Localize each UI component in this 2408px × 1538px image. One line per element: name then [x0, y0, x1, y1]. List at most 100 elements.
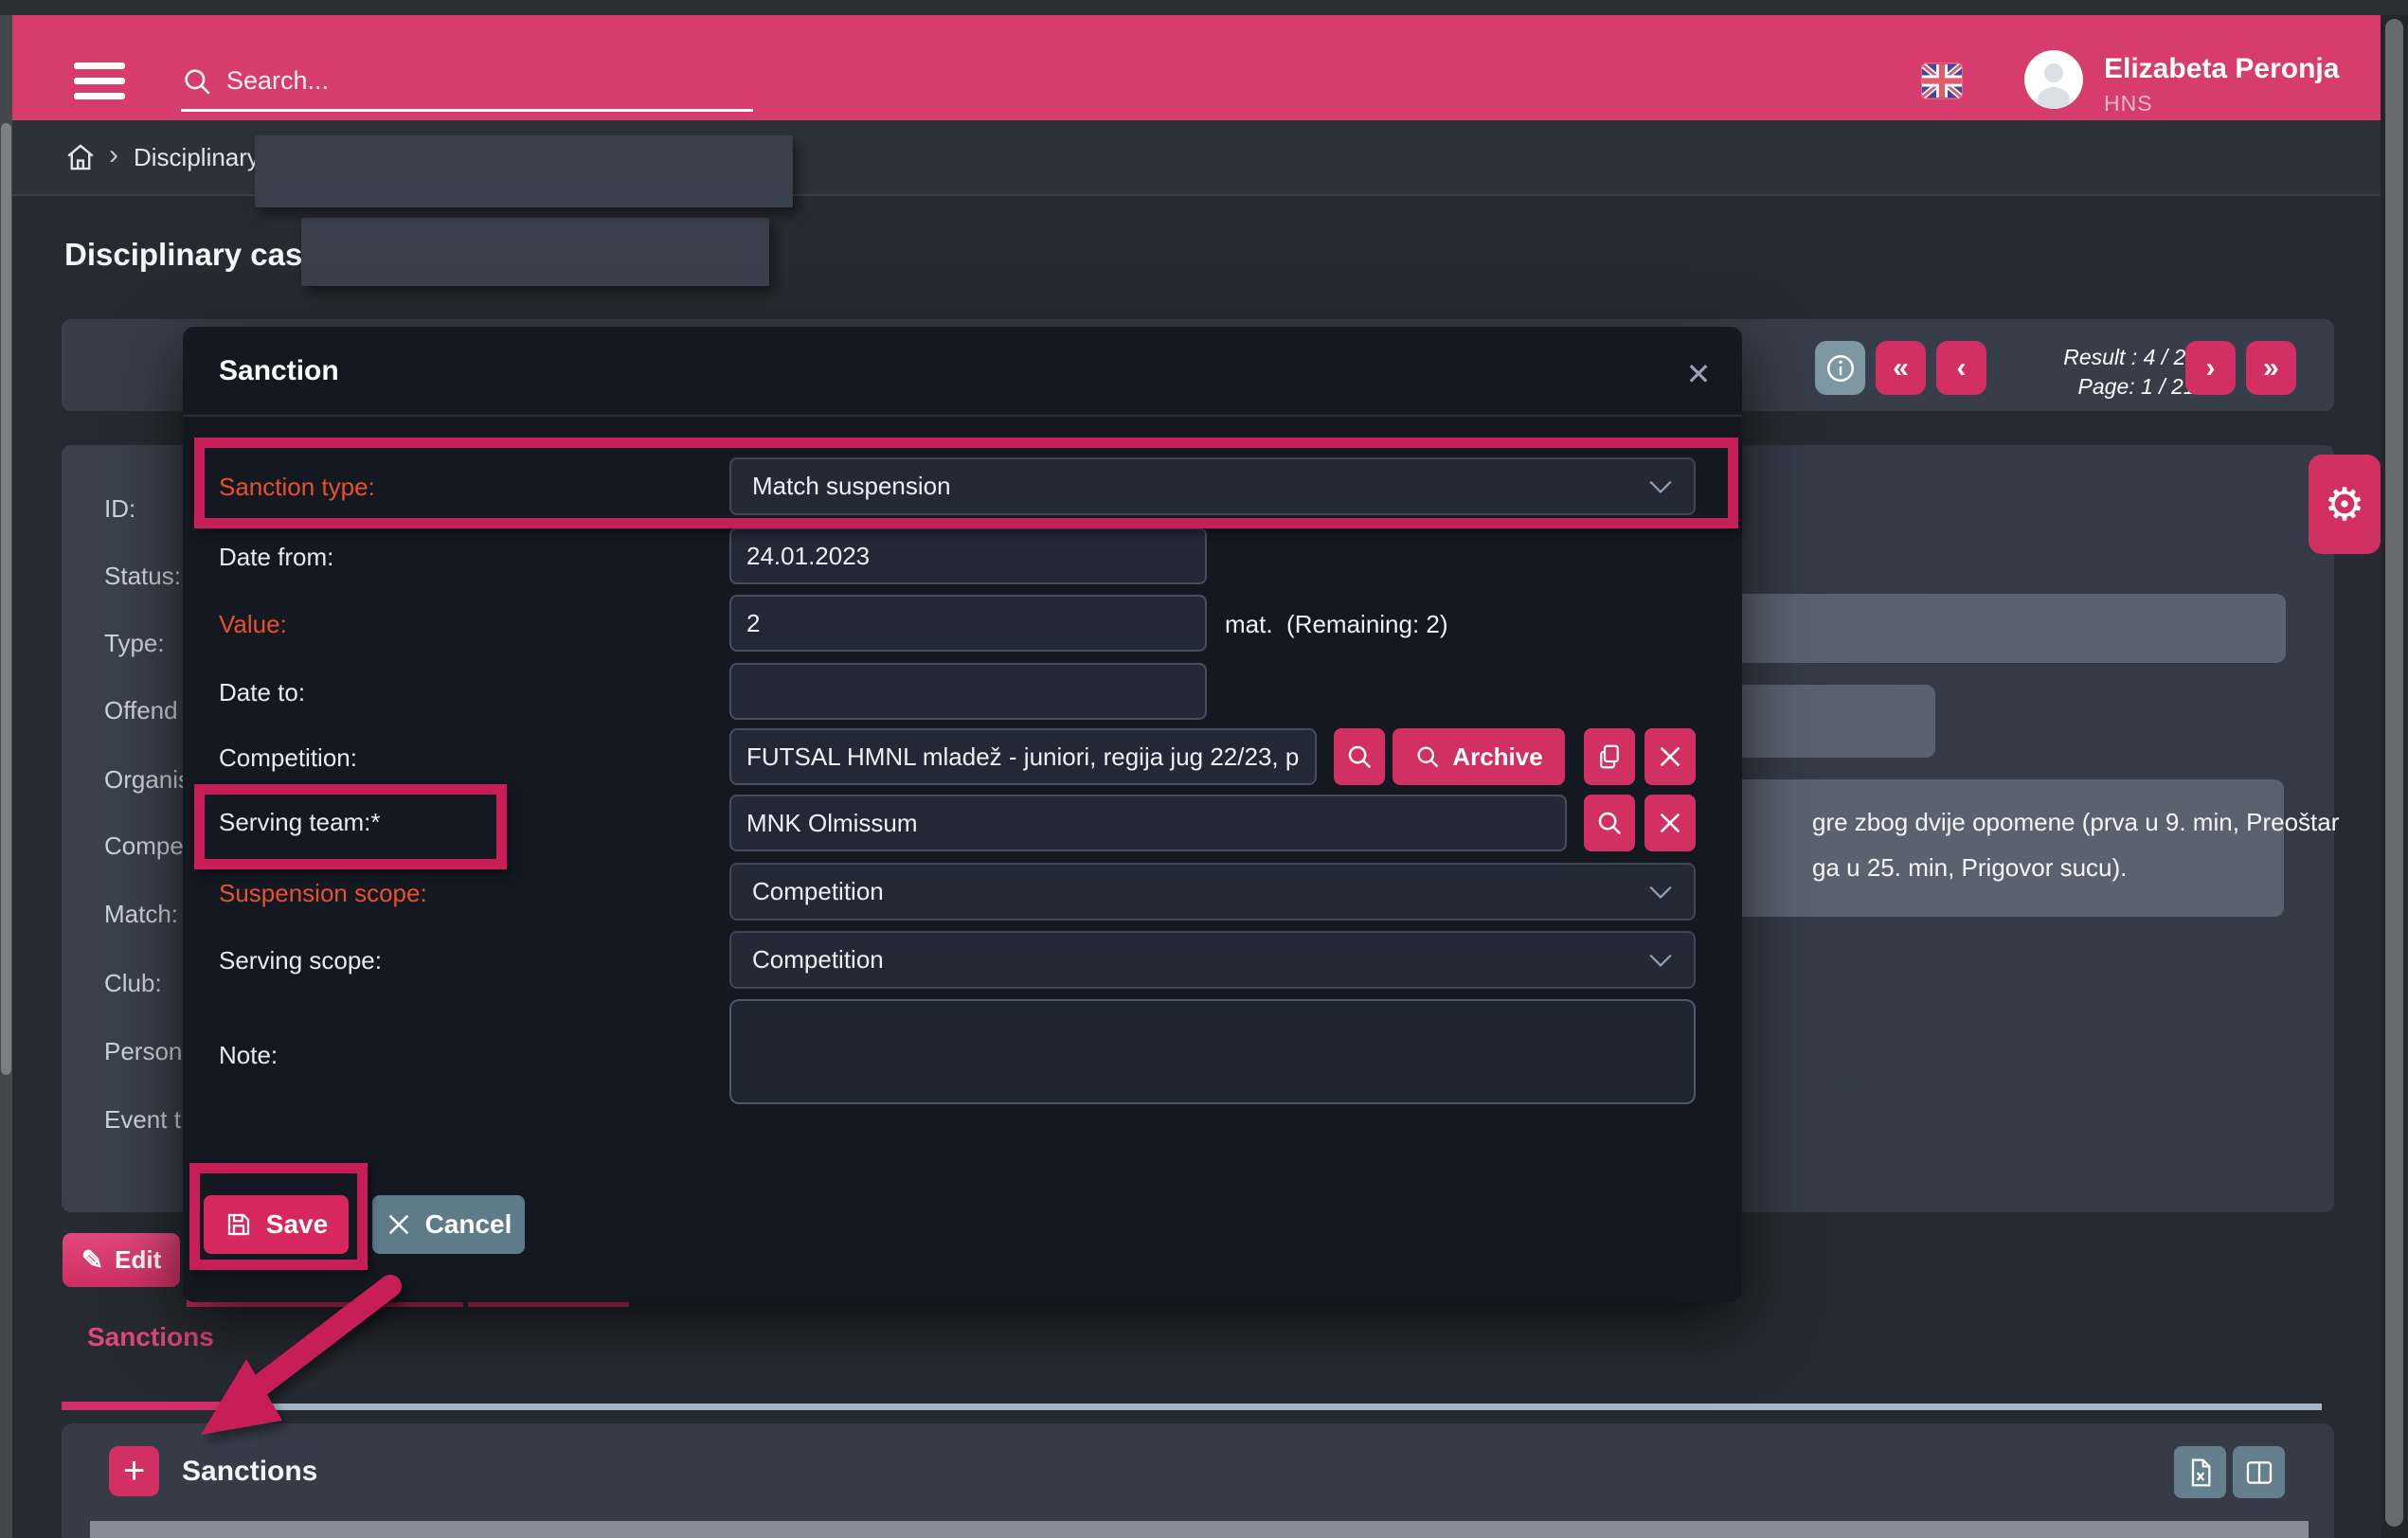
value-label: Value:	[219, 610, 287, 639]
save-button-label: Save	[266, 1209, 328, 1240]
date-from-label: Date from:	[219, 543, 333, 572]
language-flag-icon[interactable]	[1922, 63, 1962, 98]
value-input[interactable]	[729, 595, 1207, 652]
case-field-label: Type:	[104, 629, 165, 658]
file-x-icon	[2185, 1458, 2216, 1488]
competition-search-button[interactable]	[1334, 728, 1385, 785]
first-page-icon: «	[1893, 354, 1909, 383]
sanction-type-select[interactable]: Match suspension	[729, 457, 1696, 515]
close-icon[interactable]: ✕	[1680, 355, 1717, 393]
case-description-line2: ga u 25. min, Prigovor sucu).	[1812, 853, 2127, 883]
next-page-button[interactable]: ›	[2185, 341, 2236, 395]
tab-active-indicator	[62, 1402, 225, 1410]
date-to-input[interactable]	[729, 663, 1207, 720]
next-page-icon: ›	[2206, 354, 2216, 383]
edit-button-label: Edit	[115, 1245, 161, 1275]
breadcrumb-separator: ›	[109, 139, 118, 171]
add-sanction-button[interactable]: +	[109, 1446, 159, 1496]
value-unit: mat.	[1225, 610, 1273, 638]
home-icon[interactable]	[64, 141, 97, 173]
hamburger-menu-icon[interactable]	[74, 63, 125, 102]
competition-copy-button[interactable]	[1584, 728, 1635, 785]
date-from-input[interactable]	[729, 528, 1207, 584]
tab-sanctions[interactable]: Sanctions	[87, 1322, 214, 1352]
last-page-icon: »	[2263, 354, 2279, 383]
sanction-type-value: Match suspension	[752, 472, 951, 501]
serving-team-label: Serving team:*	[219, 808, 381, 837]
cancel-button-label: Cancel	[425, 1209, 512, 1240]
serving-team-input[interactable]	[729, 795, 1567, 851]
table-header-bar	[90, 1521, 2309, 1538]
gear-icon: ⚙	[2324, 478, 2364, 531]
close-icon	[1657, 810, 1683, 836]
sanction-type-label: Sanction type:	[219, 473, 375, 502]
chevron-down-icon	[1648, 953, 1673, 968]
competition-label: Competition:	[219, 743, 357, 773]
case-field-label: Offend	[104, 696, 178, 725]
right-scrollbar-thumb[interactable]	[2385, 19, 2403, 1527]
user-name[interactable]: Elizabeta Peronja	[2104, 53, 2339, 85]
serving-scope-value: Competition	[752, 945, 884, 975]
value-suffix: mat. (Remaining: 2)	[1225, 610, 1448, 639]
suspension-scope-select[interactable]: Competition	[729, 863, 1696, 921]
sanctions-section-title: Sanctions	[182, 1456, 317, 1488]
user-avatar[interactable]	[2024, 50, 2083, 109]
last-page-button[interactable]: »	[2246, 341, 2296, 395]
case-field-label: Status:	[104, 562, 181, 591]
close-icon	[1657, 743, 1683, 770]
serving-scope-label: Serving scope:	[219, 946, 382, 975]
copy-icon	[1595, 742, 1624, 771]
window-top-strip	[0, 0, 2408, 15]
previous-page-button[interactable]: ‹	[1936, 341, 1986, 395]
edit-button[interactable]: ✎ Edit	[63, 1233, 180, 1287]
search-input[interactable]	[226, 66, 719, 96]
search-bar	[181, 53, 753, 112]
chevron-down-icon	[1648, 479, 1673, 494]
page-title: Disciplinary case	[64, 237, 320, 273]
sanction-modal: Sanction ✕ Sanction type: Match suspensi…	[183, 327, 1742, 1302]
case-field-label: Event t	[104, 1105, 181, 1135]
case-field-label: Compe	[104, 832, 184, 861]
competition-input[interactable]	[729, 728, 1317, 785]
case-field-label: Match:	[104, 900, 178, 929]
date-to-label: Date to:	[219, 678, 305, 707]
case-field-label: Organis	[104, 765, 190, 795]
save-button[interactable]: Save	[204, 1195, 349, 1254]
pencil-icon: ✎	[81, 1244, 103, 1276]
previous-page-icon: ‹	[1957, 354, 1967, 383]
app-header: Elizabeta Peronja HNS	[12, 15, 2381, 120]
cancel-button[interactable]: Cancel	[372, 1195, 525, 1254]
plus-icon: +	[123, 1450, 145, 1493]
columns-button[interactable]	[2233, 1446, 2285, 1498]
redacted-case-number	[301, 218, 769, 286]
left-scrollbar-thumb[interactable]	[1, 123, 11, 1075]
case-field-label: Club:	[104, 969, 162, 998]
first-page-button[interactable]: «	[1876, 341, 1926, 395]
user-organization: HNS	[2104, 91, 2153, 116]
case-field-label: ID:	[104, 494, 135, 524]
note-textarea[interactable]	[729, 999, 1696, 1104]
value-remaining: (Remaining: 2)	[1286, 610, 1448, 638]
columns-icon	[2244, 1458, 2274, 1488]
note-label: Note:	[219, 1041, 278, 1070]
serving-team-clear-button[interactable]	[1644, 795, 1696, 851]
export-excel-button[interactable]	[2174, 1446, 2226, 1498]
search-icon	[1414, 743, 1441, 770]
chevron-down-icon	[1648, 885, 1673, 900]
search-icon	[1345, 742, 1374, 771]
modal-title: Sanction	[219, 355, 339, 387]
competition-clear-button[interactable]	[1644, 728, 1696, 785]
sanctions-section-card: + Sanctions	[62, 1423, 2334, 1538]
settings-gear-button[interactable]: ⚙	[2309, 455, 2381, 554]
serving-scope-select[interactable]: Competition	[729, 931, 1696, 989]
case-description-line1: gre zbog dvije opomene (prva u 9. min, P…	[1812, 808, 2339, 837]
suspension-scope-label: Suspension scope:	[219, 879, 427, 908]
save-icon	[225, 1210, 253, 1239]
search-icon	[1595, 809, 1624, 837]
competition-archive-button[interactable]: Archive	[1393, 728, 1565, 785]
app-window: Elizabeta Peronja HNS › Disciplinary › D…	[0, 0, 2408, 1538]
breadcrumb-item-disciplinary[interactable]: Disciplinary	[134, 143, 260, 172]
info-button[interactable]	[1815, 341, 1865, 395]
search-icon	[181, 65, 213, 98]
serving-team-search-button[interactable]	[1584, 795, 1635, 851]
